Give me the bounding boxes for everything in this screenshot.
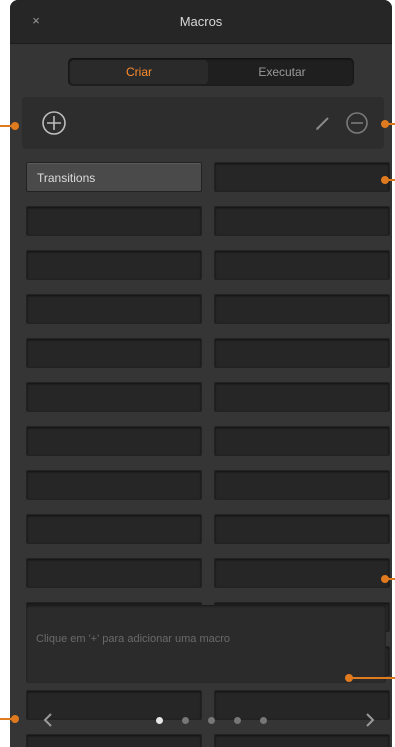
- macro-slot[interactable]: [26, 206, 202, 236]
- window-title: Macros: [179, 14, 223, 29]
- macro-slot[interactable]: [214, 294, 390, 324]
- add-macro-icon[interactable]: [39, 108, 69, 138]
- page-dot[interactable]: [182, 717, 189, 724]
- macro-slot[interactable]: [26, 294, 202, 324]
- title-bar: × Macros: [10, 0, 392, 44]
- callout-line-empty: [386, 578, 395, 580]
- macros-panel: × Macros Criar Executar Transitions Cliq…: [10, 0, 392, 747]
- macro-slot[interactable]: [214, 470, 390, 500]
- macro-slot[interactable]: [26, 734, 202, 747]
- description-placeholder: Clique em '+' para adicionar uma macro: [36, 633, 231, 645]
- remove-macro-icon[interactable]: [342, 108, 372, 138]
- macro-slot[interactable]: [214, 426, 390, 456]
- macro-slot[interactable]: [214, 734, 390, 747]
- macro-slot[interactable]: [26, 382, 202, 412]
- previous-page-button[interactable]: [38, 710, 58, 730]
- page-dot[interactable]: [234, 717, 241, 724]
- mode-selector: Criar Executar: [68, 58, 354, 86]
- page-dot[interactable]: [260, 717, 267, 724]
- page-dot[interactable]: [208, 717, 215, 724]
- chevron-left-icon: [43, 713, 52, 727]
- macro-slot[interactable]: [26, 250, 202, 280]
- macro-slot[interactable]: Transitions: [26, 162, 202, 192]
- macro-slot[interactable]: [214, 558, 390, 588]
- macro-slot[interactable]: [26, 426, 202, 456]
- macro-toolbar: [22, 97, 384, 149]
- macro-slot[interactable]: [214, 514, 390, 544]
- callout-dot-add: [11, 122, 19, 130]
- callout-dot-prev: [11, 715, 19, 723]
- macro-slot[interactable]: [214, 250, 390, 280]
- macro-slot[interactable]: [26, 338, 202, 368]
- callout-line-slot: [386, 179, 395, 181]
- macro-grid: Transitions: [26, 162, 390, 747]
- macro-description: Clique em '+' para adicionar uma macro: [26, 605, 386, 683]
- callout-line-desc: [350, 677, 395, 679]
- macro-slot[interactable]: [214, 382, 390, 412]
- edit-macro-icon[interactable]: [308, 108, 338, 138]
- macro-slot[interactable]: [214, 206, 390, 236]
- macro-slot[interactable]: [214, 162, 390, 192]
- macro-slot[interactable]: [214, 338, 390, 368]
- macro-slot[interactable]: [26, 470, 202, 500]
- next-page-button[interactable]: [360, 710, 380, 730]
- macro-slot-label: Transitions: [37, 171, 96, 185]
- callout-line-remove: [386, 123, 395, 125]
- page-indicator: [156, 716, 286, 726]
- tab-create[interactable]: Criar: [70, 60, 208, 84]
- tab-run[interactable]: Executar: [212, 60, 352, 84]
- chevron-right-icon: [366, 713, 375, 727]
- macro-slot[interactable]: [26, 514, 202, 544]
- page-dot[interactable]: [156, 717, 163, 724]
- macro-slot[interactable]: [26, 558, 202, 588]
